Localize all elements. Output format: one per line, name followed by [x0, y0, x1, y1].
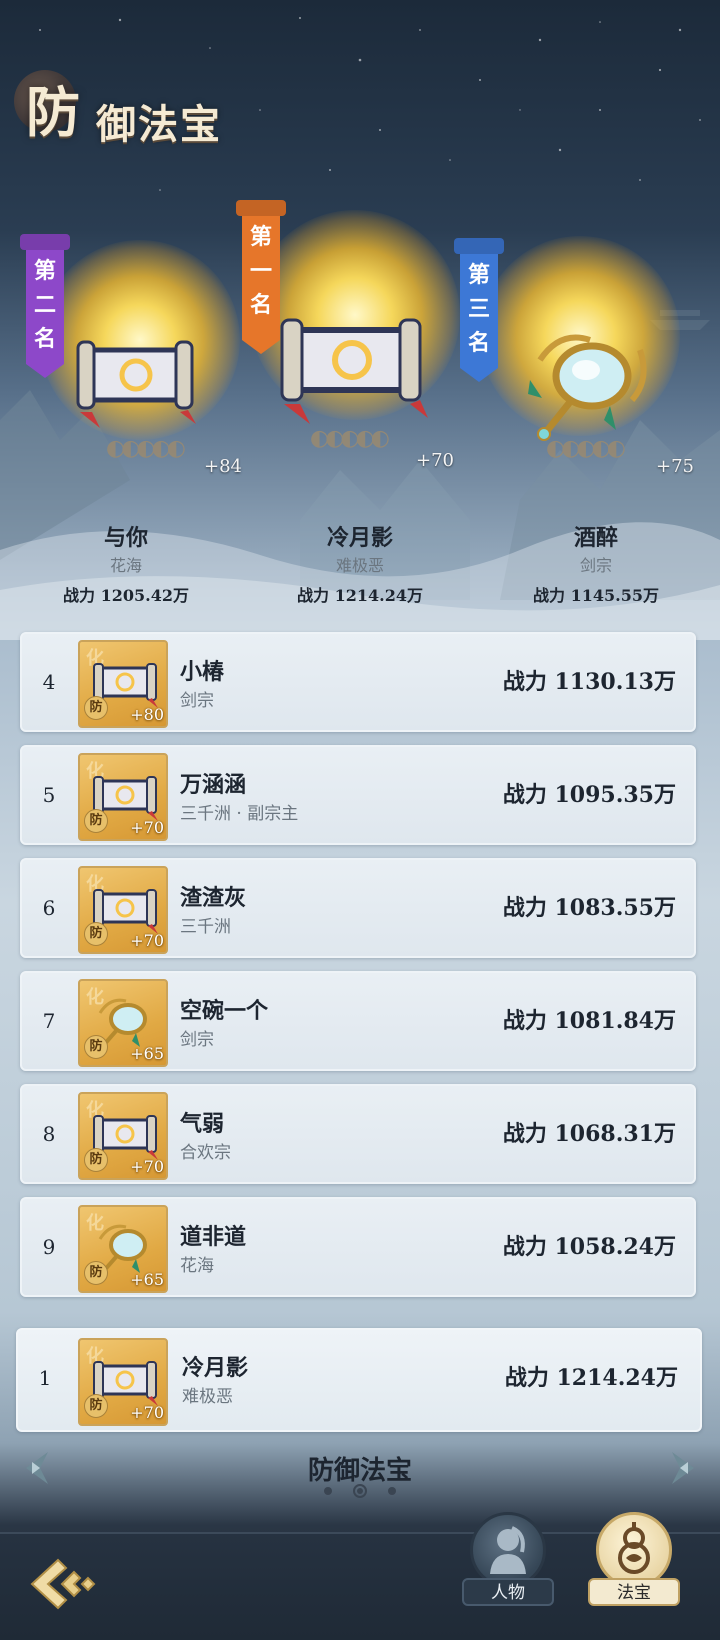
treasure-level: +84: [204, 456, 242, 477]
star-orbs: ◐◐◐◐◐: [310, 426, 390, 451]
player-power: 战力 1081.84万: [502, 1008, 676, 1034]
defense-badge: 防: [84, 1148, 108, 1172]
rank-number: 5: [42, 783, 56, 807]
gourd-icon: [618, 1522, 650, 1574]
page-dot[interactable]: [324, 1487, 332, 1495]
my-rank-row[interactable]: 1 化 防 +70 冷月影 难极恶 战力 1214.24万: [16, 1328, 702, 1432]
player-sect: 花海: [180, 1256, 214, 1276]
treasure-level: +80: [130, 705, 164, 724]
rank-number: 6: [42, 896, 56, 920]
defense-badge: 防: [84, 922, 108, 946]
player-power: 战力 1095.35万: [502, 782, 676, 808]
podium-third[interactable]: 第三名 ◐◐◐◐◐ +75 酒醉 剑宗 战力 1145.55万: [460, 200, 720, 620]
player-name: 渣渣灰: [180, 885, 247, 911]
pager-title: 防御法宝: [307, 1456, 412, 1486]
page-dot-active[interactable]: [353, 1484, 367, 1498]
rank-number: 7: [42, 1009, 56, 1033]
rank-number: 4: [42, 670, 56, 694]
star-orbs: ◐◐◐◐◐: [106, 436, 186, 461]
treasure-thumb: 化 防 +65: [78, 1205, 168, 1293]
star-orbs: ◐◐◐◐◐: [546, 436, 626, 461]
title-rest: 御法宝: [96, 101, 222, 148]
back-arrow-icon[interactable]: [28, 1554, 98, 1614]
player-sect: 剑宗: [180, 1030, 214, 1050]
defense-badge: 防: [84, 696, 108, 720]
treasure-thumb: 化 防 +70: [78, 866, 168, 954]
player-power: 战力 1058.24万: [502, 1234, 676, 1260]
player-name: 道非道: [180, 1224, 247, 1250]
treasure-thumb: 化 防 +65: [78, 979, 168, 1067]
page-title: 防 御法宝: [14, 62, 314, 152]
player-power: 战力 1083.55万: [502, 895, 676, 921]
podium-second[interactable]: 第二名 ◐◐◐◐◐ +84 与你 花海 战力 1205.42万: [0, 200, 242, 620]
treasure-level: +70: [130, 818, 164, 837]
podium-first[interactable]: 第一名 ◐◐◐◐◐ +70 冷月影 难极恶 战力 1214.24万: [240, 200, 480, 620]
player-name: 小椿: [180, 659, 225, 685]
defense-badge: 防: [84, 1394, 108, 1418]
player-name: 万涵涵: [180, 772, 247, 798]
scroll-treasure-icon: [76, 340, 196, 428]
player-power: 战力 1145.55万: [533, 586, 659, 605]
player-sect: 剑宗: [579, 556, 612, 575]
treasure-level: +65: [130, 1270, 164, 1289]
ranking-row[interactable]: 9 化 防 +65 道非道 花海 战力 1058.24万: [20, 1197, 696, 1297]
rank-banner-third: 第三名: [460, 238, 498, 382]
rank-number: 8: [42, 1122, 56, 1146]
tab-people[interactable]: 人物: [462, 1512, 554, 1608]
rank-banner-second: 第二名: [26, 234, 64, 378]
treasure-thumb: 化 防 +70: [78, 753, 168, 841]
person-icon: [490, 1526, 526, 1574]
treasure-level: +70: [130, 1403, 164, 1422]
ranking-row[interactable]: 8 化 防 +70 气弱 合欢宗 战力 1068.31万: [20, 1084, 696, 1184]
player-sect: 三千洲: [180, 917, 231, 937]
defense-badge: 防: [84, 1035, 108, 1059]
player-sect: 剑宗: [180, 691, 214, 711]
treasure-thumb: 化 防 +80: [78, 640, 168, 728]
player-power: 战力 1205.42万: [63, 586, 189, 605]
player-power: 战力 1214.24万: [297, 586, 423, 605]
player-sect: 合欢宗: [180, 1143, 231, 1163]
treasure-level: +70: [416, 450, 454, 471]
treasure-level: +65: [130, 1044, 164, 1063]
ranking-row[interactable]: 7 化 防 +65 空碗一个 剑宗 战力 1081.84万: [20, 971, 696, 1071]
player-name: 冷月影: [326, 525, 393, 551]
page-indicator: [320, 1484, 400, 1498]
player-name: 气弱: [180, 1111, 225, 1137]
chevron-right-icon[interactable]: [668, 1448, 702, 1488]
treasure-level: +70: [130, 931, 164, 950]
player-power: 战力 1130.13万: [502, 669, 676, 695]
ranking-row[interactable]: 6 化 防 +70 渣渣灰 三千洲 战力 1083.55万: [20, 858, 696, 958]
tab-fabao-label: 法宝: [588, 1578, 680, 1606]
player-power: 战力 1068.31万: [502, 1121, 676, 1147]
player-name: 与你: [103, 525, 148, 551]
treasure-thumb: 化 防 +70: [78, 1338, 168, 1426]
treasure-level: +70: [130, 1157, 164, 1176]
rank-number: 1: [38, 1366, 52, 1390]
rank-number: 9: [42, 1235, 56, 1259]
treasure-level: +75: [656, 456, 694, 477]
player-name: 空碗一个: [180, 998, 269, 1024]
defense-badge: 防: [84, 1261, 108, 1285]
defense-badge: 防: [84, 809, 108, 833]
scroll-treasure-icon: [280, 318, 428, 424]
player-name: 冷月影: [182, 1355, 249, 1381]
title-first-char: 防: [26, 80, 82, 144]
player-sect: 三千洲 · 副宗主: [180, 804, 299, 824]
player-sect: 花海: [109, 556, 142, 575]
mirror-treasure-icon: [528, 334, 647, 441]
player-name: 酒醉: [573, 525, 618, 551]
tab-fabao[interactable]: 法宝: [588, 1512, 680, 1608]
ranking-row[interactable]: 5 化 防 +70 万涵涵 三千洲 · 副宗主 战力 1095.35万: [20, 745, 696, 845]
player-power: 战力 1214.24万: [504, 1365, 678, 1391]
player-sect: 难极恶: [182, 1387, 233, 1407]
tab-people-label: 人物: [462, 1578, 554, 1606]
ranking-row[interactable]: 4 化 防 +80 小椿 剑宗 战力 1130.13万: [20, 632, 696, 732]
page-dot[interactable]: [388, 1487, 396, 1495]
player-sect: 难极恶: [335, 556, 384, 575]
treasure-thumb: 化 防 +70: [78, 1092, 168, 1180]
